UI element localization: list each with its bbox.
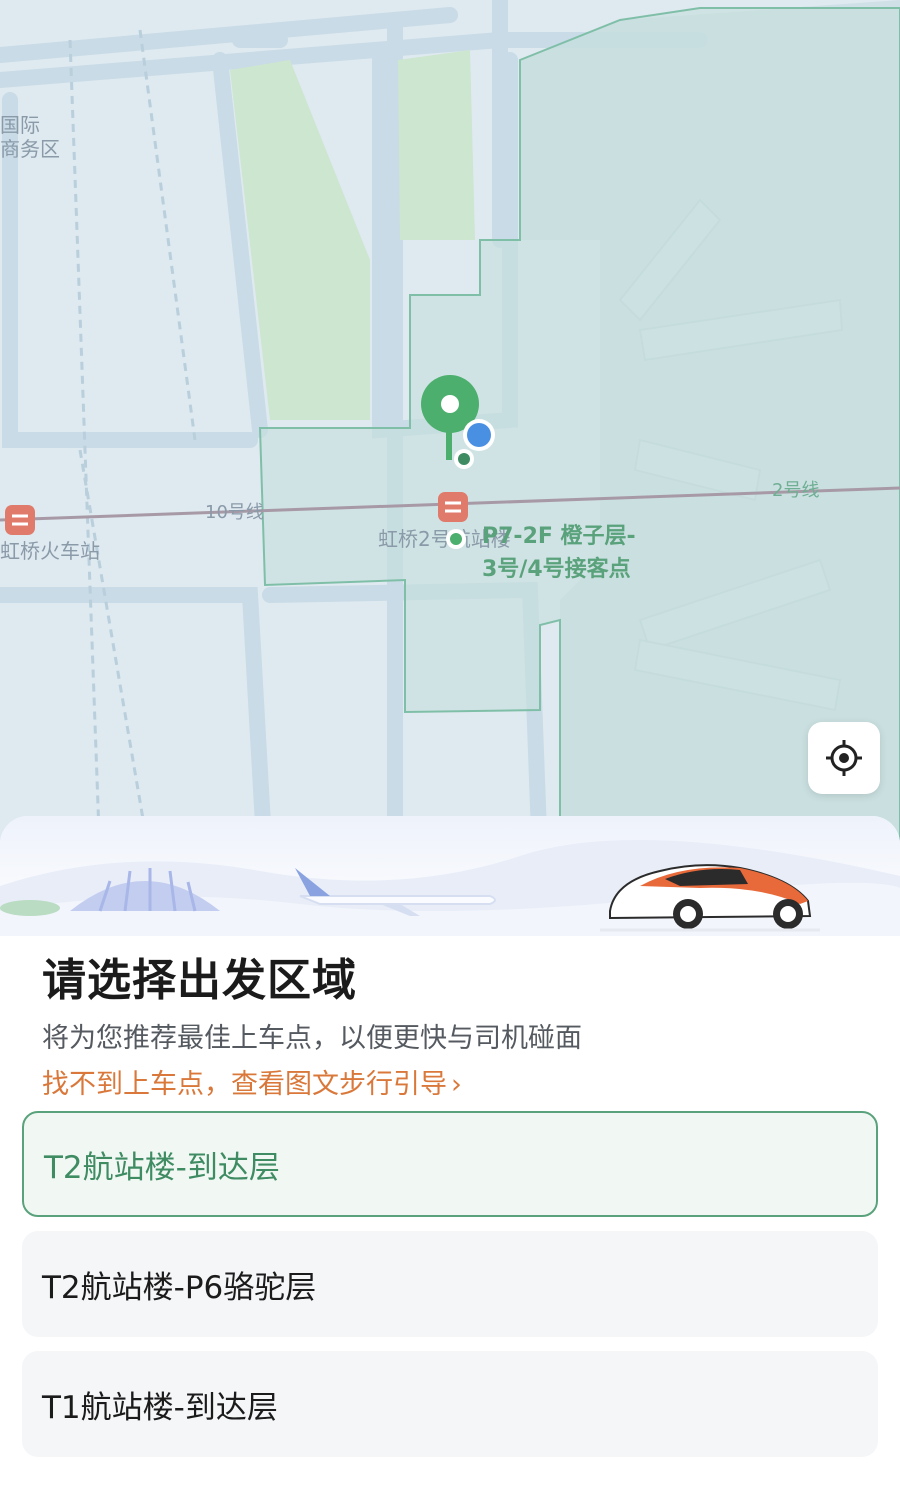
airport-banner-illustration xyxy=(0,816,900,936)
map-canvas[interactable]: 国际 商务区 10号线 2号线 虹桥火车站 虹桥2号航站楼 P7-2F 橙子层-… xyxy=(0,0,900,860)
sheet-title: 请选择出发区域 xyxy=(42,955,357,1006)
area-option-label: T2航站楼-到达层 xyxy=(44,1149,280,1186)
map-label-intl-business-1: 国际 xyxy=(0,113,40,137)
pickup-point-label-2: 3号/4号接客点 xyxy=(482,556,631,582)
departure-area-sheet: 请选择出发区域 将为您推荐最佳上车点，以便更快与司机碰面 找不到上车点，查看图文… xyxy=(0,816,900,1499)
crosshair-icon xyxy=(826,740,862,776)
user-location-dot-icon xyxy=(463,419,495,451)
area-option-label: T2航站楼-P6骆驼层 xyxy=(42,1269,317,1306)
map-label-station-left: 虹桥火车站 xyxy=(0,539,100,563)
locate-me-button[interactable] xyxy=(808,722,880,794)
chevron-right-icon: › xyxy=(451,1069,462,1100)
map-label-line10: 10号线 xyxy=(205,502,264,523)
area-option-label: T1航站楼-到达层 xyxy=(42,1389,278,1426)
sheet-subtitle: 将为您推荐最佳上车点，以便更快与司机碰面 xyxy=(42,1023,582,1054)
area-option-t2-arrival[interactable]: T2航站楼-到达层 xyxy=(22,1111,878,1217)
walking-guide-link[interactable]: 找不到上车点，查看图文步行引导 › xyxy=(42,1062,462,1101)
map-view[interactable]: 国际 商务区 10号线 2号线 虹桥火车站 虹桥2号航站楼 P7-2F 橙子层-… xyxy=(0,0,900,860)
metro-station-icon xyxy=(5,505,35,535)
map-label-intl-business-2: 商务区 xyxy=(0,137,60,161)
area-option-t2-p6[interactable]: T2航站楼-P6骆驼层 xyxy=(22,1231,878,1337)
area-option-t1-arrival[interactable]: T1航站楼-到达层 xyxy=(22,1351,878,1457)
pickup-point-label-1: P7-2F 橙子层- xyxy=(482,524,636,549)
map-label-line2: 2号线 xyxy=(772,480,819,501)
walking-guide-link-text: 找不到上车点，查看图文步行引导 xyxy=(42,1069,447,1100)
bottom-safe-area xyxy=(0,1468,900,1499)
